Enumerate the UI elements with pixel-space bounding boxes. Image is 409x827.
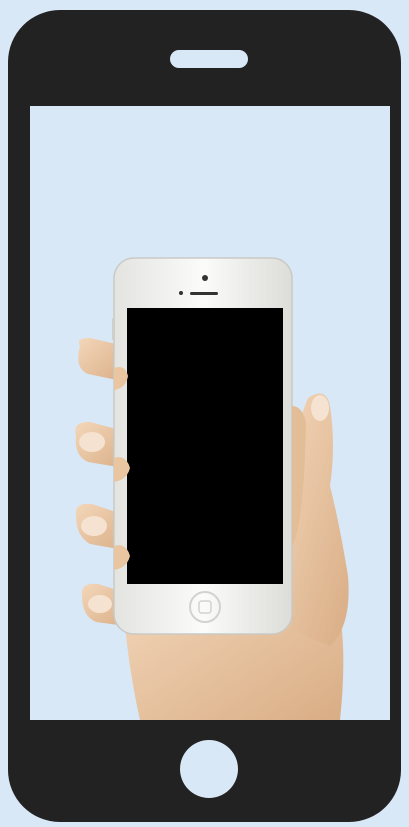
held-phone-screen (127, 308, 283, 584)
home-button-cutout (180, 740, 238, 798)
held-smartphone (112, 257, 293, 635)
stage (0, 0, 409, 827)
phone-screen-area (30, 106, 390, 720)
phone-frame-illustration (8, 10, 401, 822)
speaker-slot (170, 50, 248, 68)
hand-holding-phone-photo (75, 257, 349, 720)
